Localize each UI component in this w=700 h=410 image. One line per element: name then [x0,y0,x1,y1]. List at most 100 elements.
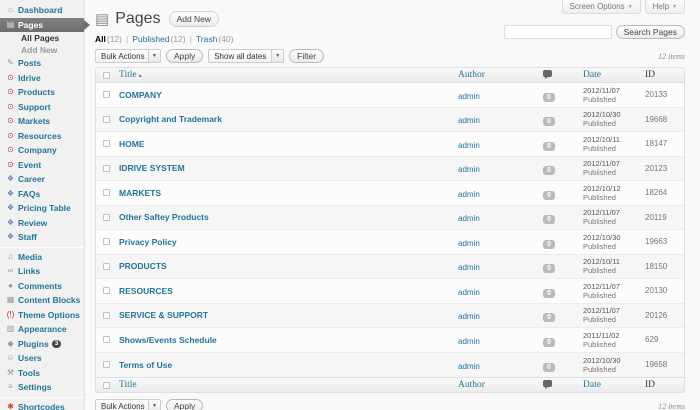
row-checkbox[interactable] [102,262,110,270]
bulk-actions-select-bottom[interactable]: Bulk Actions ▼ [95,399,161,410]
row-checkbox[interactable] [102,140,110,148]
column-footer-title[interactable]: Title [116,380,455,390]
column-header-author[interactable]: Author [455,70,540,80]
sidebar-item-idrive[interactable]: ⊙ Idrive [0,71,84,86]
author-link[interactable]: admin [458,214,480,223]
comment-count-bubble[interactable]: 0 [543,337,555,347]
author-link[interactable]: admin [458,92,480,101]
search-input[interactable] [503,25,612,39]
author-link[interactable]: admin [458,362,480,371]
comment-count-bubble[interactable]: 0 [543,362,555,372]
sidebar-item-pricing-table[interactable]: ❖ Pricing Table [0,201,84,216]
comment-count-bubble[interactable]: 0 [543,190,555,200]
column-header-date[interactable]: Date [580,70,642,80]
page-title-link[interactable]: Copyright and Trademark [119,114,452,124]
page-title-link[interactable]: MARKETS [119,188,452,198]
column-footer-date[interactable]: Date [580,380,642,390]
dates-filter-select[interactable]: Show all dates ▼ [208,49,285,63]
page-title-link[interactable]: Other Saftey Products [119,212,452,222]
filter-button[interactable]: Filter [289,49,325,63]
sidebar-item-comments[interactable]: ● Comments [0,279,84,294]
row-checkbox[interactable] [102,311,110,319]
column-header-title[interactable]: Title ▴ [116,70,455,80]
add-new-button[interactable]: Add New [168,11,220,27]
apply-button[interactable]: Apply [165,49,204,63]
sidebar-item-tools[interactable]: ⚒ Tools [0,366,84,381]
page-title-link[interactable]: COMPANY [119,90,452,100]
comment-count-bubble[interactable]: 0 [543,92,555,102]
sidebar-item-faqs[interactable]: ❖ FAQs [0,187,84,202]
screen-options-tab[interactable]: Screen Options ▼ [561,0,641,14]
row-checkbox[interactable] [102,115,110,123]
page-title-link[interactable]: Terms of Use [119,360,452,370]
author-link[interactable]: admin [458,190,480,199]
bulk-actions-select[interactable]: Bulk Actions ▼ [95,49,161,63]
row-checkbox[interactable] [102,287,110,295]
apply-button-bottom[interactable]: Apply [165,399,204,410]
row-checkbox[interactable] [102,91,110,99]
page-title-link[interactable]: IDRIVE SYSTEM [119,163,452,173]
author-link[interactable]: admin [458,288,480,297]
row-checkbox[interactable] [102,164,110,172]
column-header-comments[interactable] [540,70,580,80]
sidebar-item-shortcodes[interactable]: ✱ Shortcodes [0,400,84,410]
comment-count-bubble[interactable]: 0 [543,141,555,151]
row-checkbox[interactable] [102,213,110,221]
page-title-link[interactable]: HOME [119,139,452,149]
author-link[interactable]: admin [458,116,480,125]
author-link[interactable]: admin [458,312,480,321]
sidebar-item-plugins[interactable]: ◆ Plugins 3 [0,337,84,352]
comment-count-bubble[interactable]: 0 [543,166,555,176]
page-title-link[interactable]: SERVICE & SUPPORT [119,310,452,320]
column-footer-comments[interactable] [540,380,580,390]
row-checkbox[interactable] [102,189,110,197]
author-link[interactable]: admin [458,337,480,346]
sidebar-item-theme-options[interactable]: (!) Theme Options [0,308,84,323]
row-checkbox[interactable] [102,361,110,369]
sidebar-item-support[interactable]: ⊙ Support [0,100,84,115]
author-link[interactable]: admin [458,141,480,150]
sidebar-item-links[interactable]: ∞ Links [0,264,84,279]
sidebar-item-dashboard[interactable]: ⌂ Dashboard [0,3,84,18]
sidebar-item-posts[interactable]: ✎ Posts [0,56,84,71]
comment-count-bubble[interactable]: 0 [543,288,555,298]
sidebar-item-appearance[interactable]: ▨ Appearance [0,322,84,337]
sidebar-item-add-new[interactable]: Add New [0,44,84,56]
sidebar-item-resources[interactable]: ⊙ Resources [0,129,84,144]
sidebar-item-markets[interactable]: ⊙ Markets [0,114,84,129]
comment-count-bubble[interactable]: 0 [543,117,555,127]
page-title-link[interactable]: Privacy Policy [119,237,452,247]
page-title-link[interactable]: Shows/Events Schedule [119,335,452,345]
author-link[interactable]: admin [458,239,480,248]
comment-count-bubble[interactable]: 0 [543,215,555,225]
sidebar-item-users[interactable]: ☺ Users [0,351,84,366]
comment-count-bubble[interactable]: 0 [543,264,555,274]
author-link[interactable]: admin [458,263,480,272]
sidebar-item-pages[interactable]: ▤ Pages [0,17,90,32]
sidebar-item-review[interactable]: ❖ Review [0,216,84,231]
column-footer-author[interactable]: Author [455,380,540,390]
select-all-checkbox[interactable] [102,381,110,389]
search-pages-button[interactable]: Search Pages [615,25,685,39]
comment-count-bubble[interactable]: 0 [543,313,555,323]
sidebar-item-media[interactable]: ♫ Media [0,250,84,265]
row-checkbox[interactable] [102,238,110,246]
sidebar-item-settings[interactable]: ≡ Settings [0,380,84,395]
sidebar-item-staff[interactable]: ❖ Staff [0,230,84,245]
sidebar-item-content-blocks[interactable]: ▦ Content Blocks [0,293,84,308]
sidebar-item-products[interactable]: ⊙ Products [0,85,84,100]
view-trash-link[interactable]: Trash [196,34,217,44]
sidebar-item-career[interactable]: ❖ Career [0,172,84,187]
view-published-link[interactable]: Published [132,34,169,44]
author-link[interactable]: admin [458,165,480,174]
help-tab[interactable]: Help ▼ [644,0,685,14]
comment-count-bubble[interactable]: 0 [543,239,555,249]
page-title-link[interactable]: PRODUCTS [119,261,452,271]
row-checkbox[interactable] [102,336,110,344]
sidebar-item-company[interactable]: ⊙ Company [0,143,84,158]
view-all-link[interactable]: All [95,34,106,44]
select-all-checkbox[interactable] [102,71,110,79]
page-title-link[interactable]: RESOURCES [119,286,452,296]
sidebar-item-event[interactable]: ⊙ Event [0,158,84,173]
sidebar-item-all-pages[interactable]: All Pages [0,32,84,44]
